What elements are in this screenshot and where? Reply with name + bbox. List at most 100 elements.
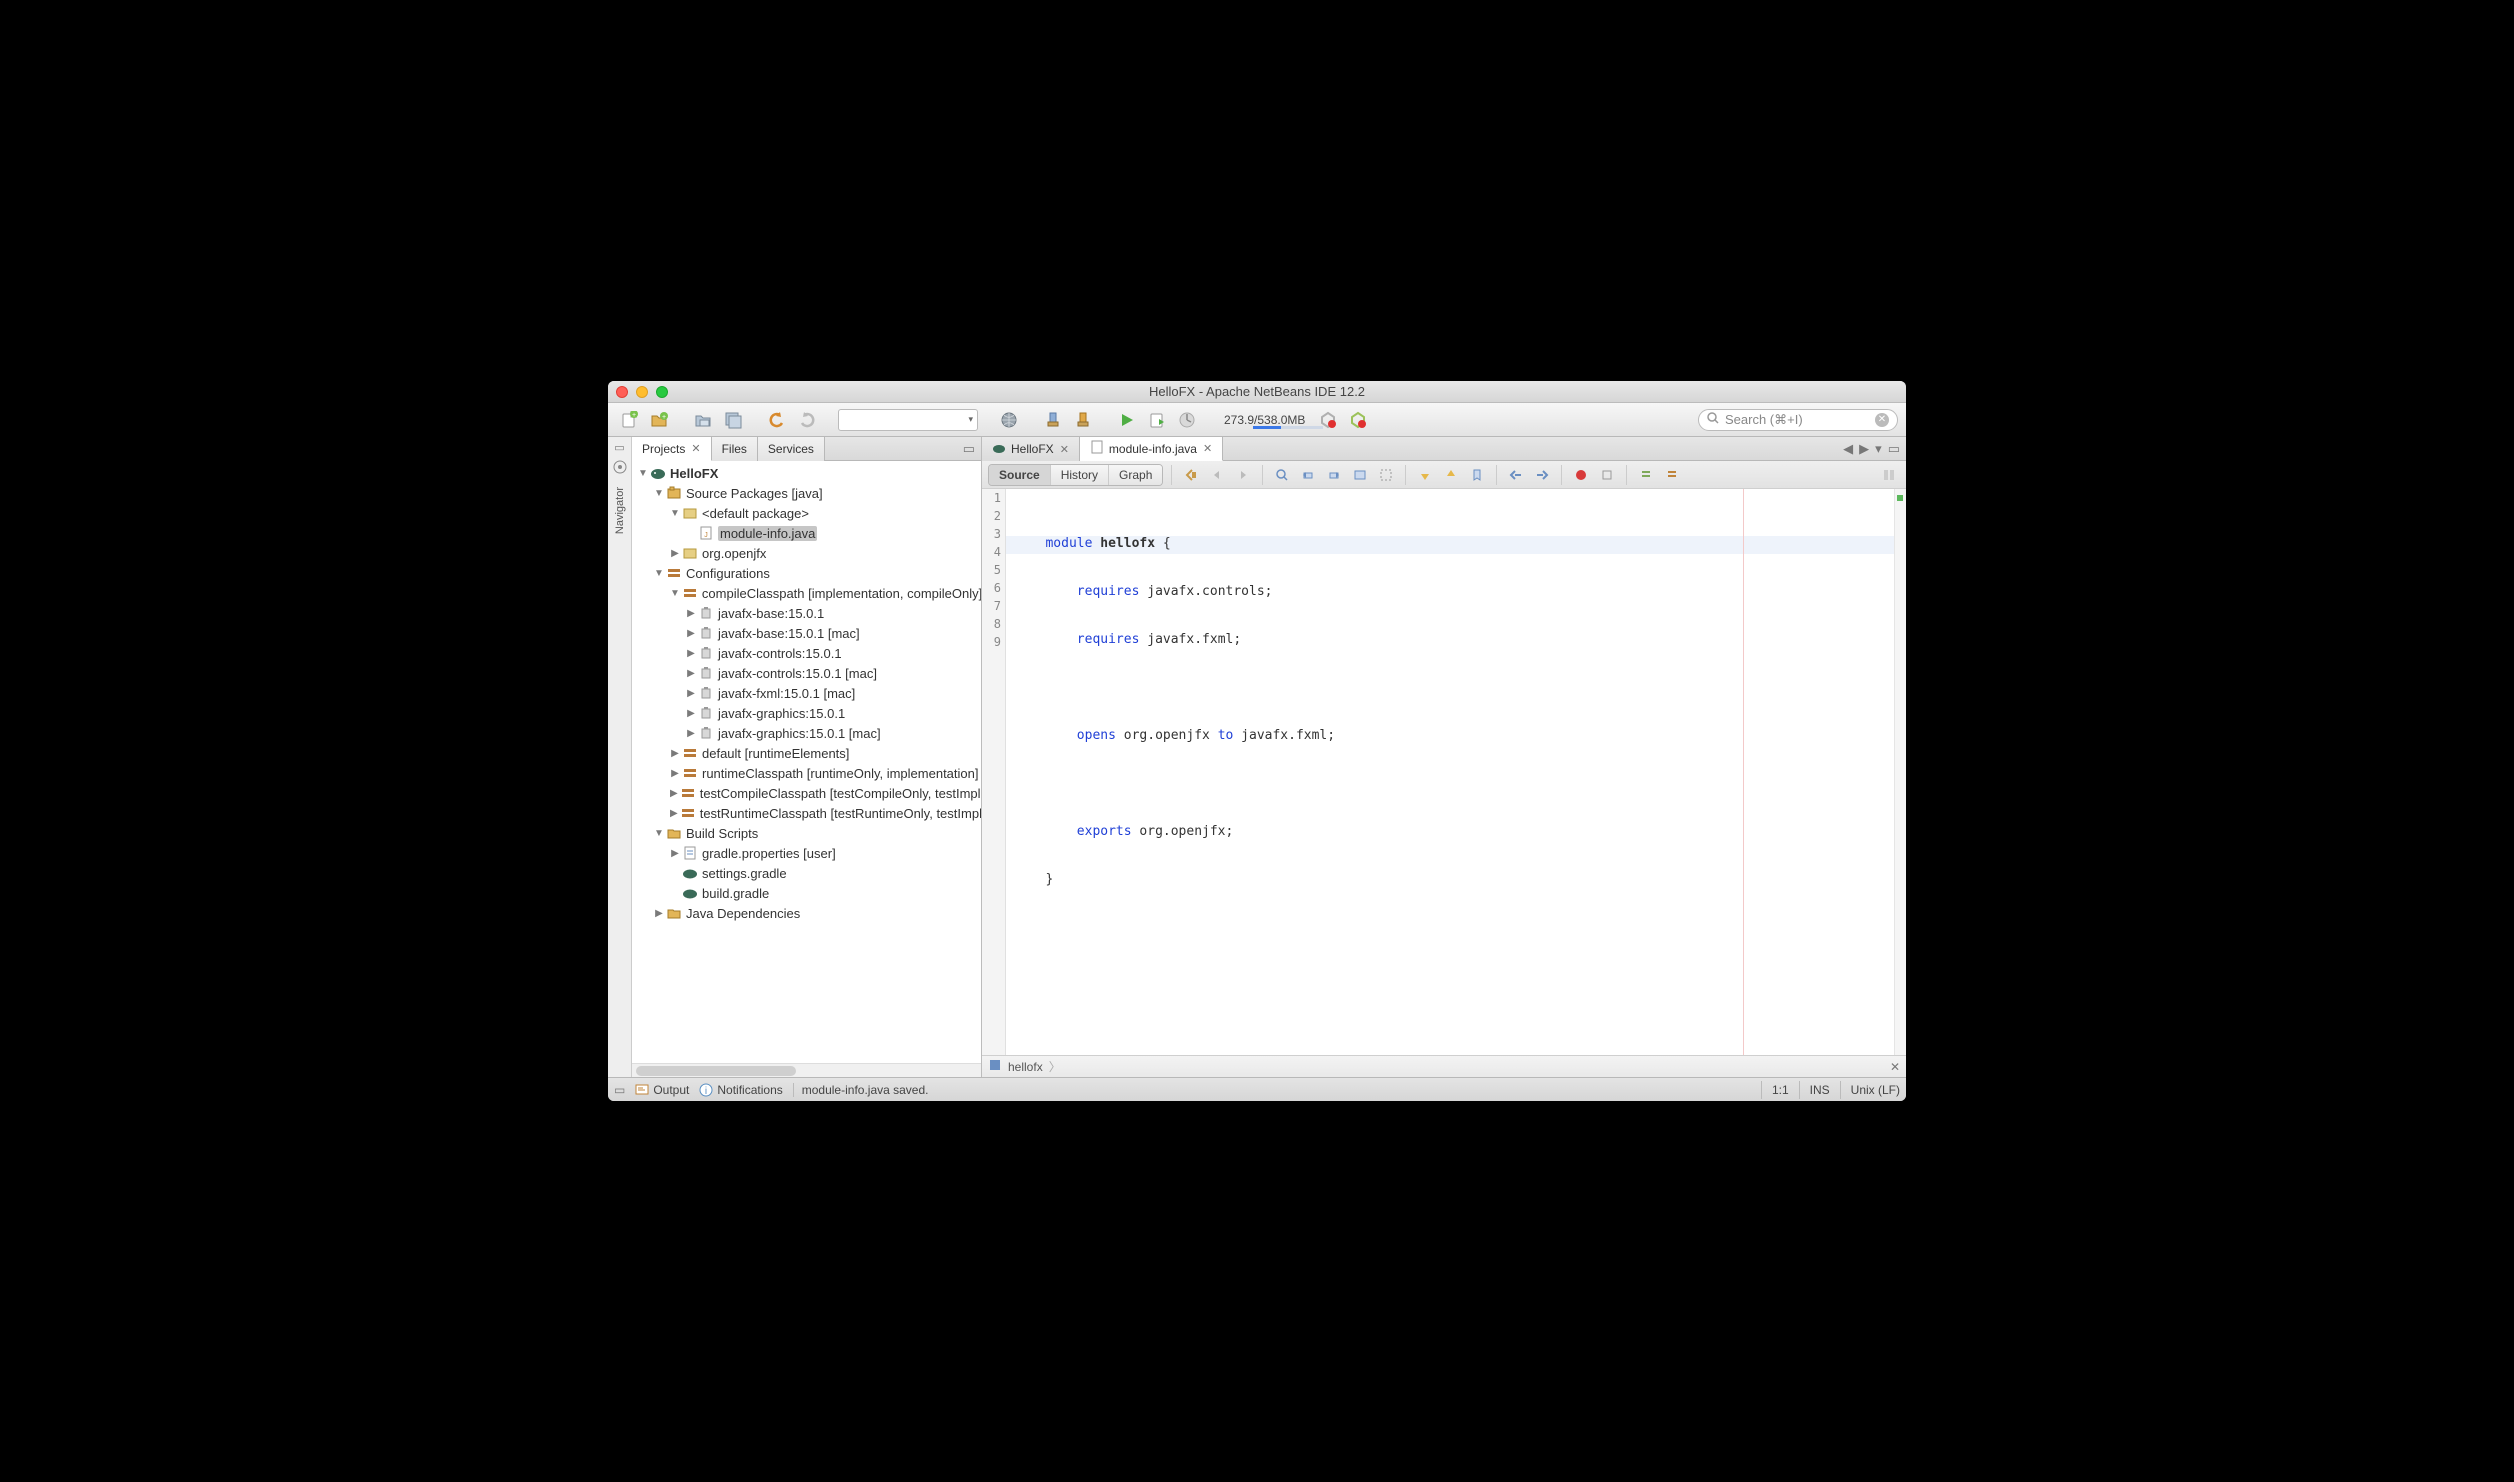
cursor-position[interactable]: 1:1 bbox=[1772, 1083, 1789, 1097]
classpath-icon bbox=[680, 785, 696, 801]
profiler-icon[interactable] bbox=[1345, 407, 1371, 433]
tree-jar-1[interactable]: ▶javafx-base:15.0.1 [mac] bbox=[632, 623, 981, 643]
insert-mode[interactable]: INS bbox=[1810, 1083, 1830, 1097]
module-icon bbox=[988, 1058, 1002, 1075]
close-tab-icon[interactable]: ✕ bbox=[1060, 443, 1069, 456]
next-bookmark-icon[interactable] bbox=[1440, 464, 1462, 486]
uncomment-icon[interactable] bbox=[1661, 464, 1683, 486]
toggle-highlight-icon[interactable] bbox=[1349, 464, 1371, 486]
scroll-tabs-left-icon[interactable]: ◀ bbox=[1843, 441, 1853, 457]
pause-gc-icon[interactable] bbox=[1315, 407, 1341, 433]
line-ending[interactable]: Unix (LF) bbox=[1851, 1083, 1900, 1097]
build-button[interactable] bbox=[1040, 407, 1066, 433]
split-icon[interactable] bbox=[1878, 464, 1900, 486]
new-project-button[interactable]: + bbox=[646, 407, 672, 433]
close-tab-icon[interactable]: ✕ bbox=[1203, 442, 1212, 455]
view-source-button[interactable]: Source bbox=[989, 465, 1051, 485]
package-icon bbox=[682, 545, 698, 561]
tree-jar-4[interactable]: ▶javafx-fxml:15.0.1 [mac] bbox=[632, 683, 981, 703]
maximize-editor-icon[interactable]: ▭ bbox=[1888, 441, 1900, 457]
editor-tab-hellofx[interactable]: HelloFX✕ bbox=[982, 437, 1080, 461]
toggle-bookmark-icon[interactable] bbox=[1466, 464, 1488, 486]
tree-build-gradle[interactable]: build.gradle bbox=[632, 883, 981, 903]
close-tab-icon[interactable]: ✕ bbox=[691, 442, 700, 455]
navigator-target-icon[interactable] bbox=[613, 460, 627, 477]
clean-build-button[interactable] bbox=[1070, 407, 1096, 433]
tab-files[interactable]: Files bbox=[712, 437, 758, 461]
memory-indicator[interactable]: 273.9/538.0MB bbox=[1218, 413, 1311, 427]
tree-project[interactable]: ▼HelloFX bbox=[632, 463, 981, 483]
tree-jar-2[interactable]: ▶javafx-controls:15.0.1 bbox=[632, 643, 981, 663]
tree-configurations-label: Configurations bbox=[686, 566, 770, 581]
clear-search-icon[interactable]: ✕ bbox=[1875, 413, 1889, 427]
expand-panel-icon[interactable]: ▭ bbox=[614, 1083, 625, 1097]
projects-tree[interactable]: ▼HelloFX ▼Source Packages [java] ▼<defau… bbox=[632, 461, 981, 1063]
config-dropdown[interactable] bbox=[838, 409, 978, 431]
macro-record-icon[interactable] bbox=[1570, 464, 1592, 486]
tree-settings-gradle[interactable]: settings.gradle bbox=[632, 863, 981, 883]
tree-gradle-properties[interactable]: ▶gradle.properties [user] bbox=[632, 843, 981, 863]
view-graph-button[interactable]: Graph bbox=[1109, 465, 1162, 485]
tree-compile-classpath[interactable]: ▼compileClasspath [implementation, compi… bbox=[632, 583, 981, 603]
tree-module-info[interactable]: Jmodule-info.java bbox=[632, 523, 981, 543]
projects-panel: Projects✕ Files Services ▭ ▼HelloFX ▼Sou… bbox=[632, 437, 982, 1077]
tree-jar-2-label: javafx-controls:15.0.1 bbox=[718, 646, 842, 661]
global-search[interactable]: Search (⌘+I) ✕ bbox=[1698, 409, 1898, 431]
tab-services[interactable]: Services bbox=[758, 437, 825, 461]
tree-source-packages[interactable]: ▼Source Packages [java] bbox=[632, 483, 981, 503]
tab-list-dropdown-icon[interactable]: ▾ bbox=[1875, 441, 1882, 457]
tree-default-runtime[interactable]: ▶default [runtimeElements] bbox=[632, 743, 981, 763]
view-history-button[interactable]: History bbox=[1051, 465, 1109, 485]
error-stripe[interactable] bbox=[1894, 489, 1906, 1055]
tree-test-runtime-classpath[interactable]: ▶testRuntimeClasspath [testRuntimeOnly, … bbox=[632, 803, 981, 823]
toggle-rect-select-icon[interactable] bbox=[1375, 464, 1397, 486]
tree-test-compile-classpath[interactable]: ▶testCompileClasspath [testCompileOnly, … bbox=[632, 783, 981, 803]
undo-button[interactable] bbox=[764, 407, 790, 433]
line-gutter[interactable]: 123456789 bbox=[982, 489, 1006, 1055]
tree-runtime-classpath[interactable]: ▶runtimeClasspath [runtimeOnly, implemen… bbox=[632, 763, 981, 783]
breadcrumb-close-icon[interactable]: ✕ bbox=[1890, 1060, 1900, 1074]
save-all-button[interactable] bbox=[720, 407, 746, 433]
breadcrumb-item[interactable]: hellofx bbox=[1008, 1060, 1043, 1074]
shift-left-icon[interactable] bbox=[1505, 464, 1527, 486]
debug-button[interactable] bbox=[1144, 407, 1170, 433]
tree-jar-5[interactable]: ▶javafx-graphics:15.0.1 bbox=[632, 703, 981, 723]
new-file-button[interactable]: + bbox=[616, 407, 642, 433]
forward-icon[interactable] bbox=[1232, 464, 1254, 486]
tree-jar-0[interactable]: ▶javafx-base:15.0.1 bbox=[632, 603, 981, 623]
browser-icon[interactable] bbox=[996, 407, 1022, 433]
open-project-button[interactable] bbox=[690, 407, 716, 433]
svg-text:+: + bbox=[632, 412, 636, 419]
shift-right-icon[interactable] bbox=[1531, 464, 1553, 486]
minimize-panel-icon[interactable]: ▭ bbox=[614, 441, 624, 454]
redo-button[interactable] bbox=[794, 407, 820, 433]
run-button[interactable] bbox=[1114, 407, 1140, 433]
last-edit-icon[interactable] bbox=[1180, 464, 1202, 486]
macro-stop-icon[interactable] bbox=[1596, 464, 1618, 486]
tree-default-package[interactable]: ▼<default package> bbox=[632, 503, 981, 523]
find-next-icon[interactable] bbox=[1323, 464, 1345, 486]
navigator-rail-label[interactable]: Navigator bbox=[614, 487, 626, 534]
tree-org-openjfx[interactable]: ▶org.openjfx bbox=[632, 543, 981, 563]
find-selection-icon[interactable] bbox=[1271, 464, 1293, 486]
find-prev-icon[interactable] bbox=[1297, 464, 1319, 486]
minimize-left-icon[interactable]: ▭ bbox=[963, 441, 975, 457]
scroll-tabs-right-icon[interactable]: ▶ bbox=[1859, 441, 1869, 457]
code-editor[interactable]: module hellofx { requires javafx.control… bbox=[1006, 489, 1894, 1055]
tab-projects[interactable]: Projects✕ bbox=[632, 437, 712, 461]
notifications-button[interactable]: i Notifications bbox=[699, 1083, 782, 1097]
tree-jar-6[interactable]: ▶javafx-graphics:15.0.1 [mac] bbox=[632, 723, 981, 743]
tree-hscrollbar[interactable] bbox=[632, 1063, 981, 1077]
tree-java-dependencies[interactable]: ▶Java Dependencies bbox=[632, 903, 981, 923]
tree-jar-3[interactable]: ▶javafx-controls:15.0.1 [mac] bbox=[632, 663, 981, 683]
tree-build-scripts[interactable]: ▼Build Scripts bbox=[632, 823, 981, 843]
tree-jar-3-label: javafx-controls:15.0.1 [mac] bbox=[718, 666, 877, 681]
tree-configurations[interactable]: ▼Configurations bbox=[632, 563, 981, 583]
comment-icon[interactable] bbox=[1635, 464, 1657, 486]
prev-bookmark-icon[interactable] bbox=[1414, 464, 1436, 486]
output-button[interactable]: Output bbox=[635, 1083, 689, 1097]
profile-button[interactable] bbox=[1174, 407, 1200, 433]
back-icon[interactable] bbox=[1206, 464, 1228, 486]
editor-tab-module-info[interactable]: module-info.java✕ bbox=[1080, 437, 1223, 461]
svg-text:i: i bbox=[705, 1086, 707, 1097]
